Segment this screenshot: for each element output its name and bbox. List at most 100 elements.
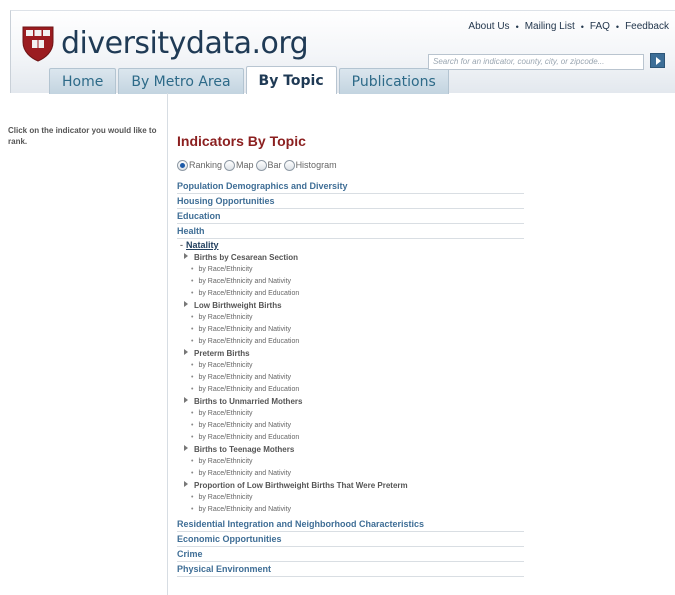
expand-arrow-icon	[184, 445, 188, 451]
breakdown-label: by Race/Ethnicity and Education	[198, 290, 300, 297]
breakdown-link[interactable]: • by Race/Ethnicity and Education	[177, 432, 524, 444]
breakdown-link[interactable]: • by Race/Ethnicity	[177, 264, 524, 276]
breakdown-link[interactable]: • by Race/Ethnicity and Education	[177, 288, 524, 300]
main-nav-tabs: Home By Metro Area By Topic Publications	[49, 66, 451, 94]
search-submit-button[interactable]	[650, 53, 665, 68]
topic-list: Population Demographics and Diversity Ho…	[177, 179, 524, 577]
logo-text: diversitydata.org	[61, 25, 309, 61]
breakdown-label: by Race/Ethnicity	[198, 266, 253, 273]
bullet-icon: •	[191, 338, 194, 345]
breakdown-link[interactable]: • by Race/Ethnicity	[177, 312, 524, 324]
radio-unselected-icon[interactable]	[224, 159, 236, 171]
breakdown-link[interactable]: • by Race/Ethnicity	[177, 408, 524, 420]
page-title: Indicators By Topic	[177, 133, 306, 149]
breakdown-link[interactable]: • by Race/Ethnicity and Nativity	[177, 324, 524, 336]
indicator-item[interactable]: Births by Cesarean Section	[177, 252, 524, 264]
topic-item[interactable]: Economic Opportunities	[177, 532, 524, 547]
breakdown-link[interactable]: • by Race/Ethnicity and Nativity	[177, 276, 524, 288]
breakdown-label: by Race/Ethnicity and Nativity	[198, 506, 292, 513]
topic-item[interactable]: Housing Opportunities	[177, 194, 524, 209]
bullet-icon: •	[191, 374, 194, 381]
collapse-icon[interactable]: -	[180, 240, 183, 250]
topic-item[interactable]: Population Demographics and Diversity	[177, 179, 524, 194]
tab-by-metro-area[interactable]: By Metro Area	[118, 68, 244, 94]
breakdown-label: by Race/Ethnicity	[198, 410, 253, 417]
breakdown-label: by Race/Ethnicity and Nativity	[198, 374, 292, 381]
bullet-icon: •	[191, 266, 194, 273]
radio-label: Histogram	[295, 160, 337, 170]
site-logo[interactable]: diversitydata.org	[21, 23, 309, 63]
breakdown-link[interactable]: • by Race/Ethnicity and Education	[177, 384, 524, 396]
utility-links: About Us • Mailing List • FAQ • Feedback	[468, 21, 669, 32]
expand-arrow-icon	[184, 397, 188, 403]
breakdown-link[interactable]: • by Race/Ethnicity and Nativity	[177, 504, 524, 516]
breakdown-link[interactable]: • by Race/Ethnicity and Nativity	[177, 420, 524, 432]
bullet-icon: •	[191, 386, 194, 393]
feedback-link[interactable]: Feedback	[625, 21, 669, 32]
breakdown-label: by Race/Ethnicity	[198, 314, 253, 321]
indicator-label: Preterm Births	[194, 349, 250, 358]
radio-label: Map	[236, 160, 254, 170]
bullet-icon: •	[191, 506, 194, 513]
separator-dot-icon: •	[615, 21, 620, 32]
breakdown-link[interactable]: • by Race/Ethnicity and Nativity	[177, 468, 524, 480]
bullet-icon: •	[191, 434, 194, 441]
radio-map[interactable]: Map	[224, 159, 254, 171]
topic-item[interactable]: Residential Integration and Neighborhood…	[177, 517, 524, 532]
subtopic-natality[interactable]: - Natality	[177, 239, 524, 252]
tab-publications[interactable]: Publications	[338, 68, 449, 94]
breakdown-label: by Race/Ethnicity and Education	[198, 386, 300, 393]
radio-label: Ranking	[189, 160, 223, 170]
radio-ranking[interactable]: Ranking	[177, 159, 223, 171]
bullet-icon: •	[191, 362, 194, 369]
indicator-label: Births by Cesarean Section	[194, 253, 299, 262]
indicator-item[interactable]: Low Birthweight Births	[177, 300, 524, 312]
breakdown-label: by Race/Ethnicity and Education	[198, 434, 300, 441]
site-header: diversitydata.org About Us • Mailing Lis…	[10, 10, 675, 94]
radio-histogram[interactable]: Histogram	[283, 159, 337, 171]
breakdown-label: by Race/Ethnicity	[198, 362, 253, 369]
separator-dot-icon: •	[580, 21, 584, 32]
breakdown-link[interactable]: • by Race/Ethnicity and Education	[177, 336, 524, 348]
view-mode-options: Ranking Map Bar Histogram	[177, 158, 527, 172]
radio-label: Bar	[267, 160, 282, 170]
tab-home[interactable]: Home	[49, 68, 117, 94]
subtopic-label[interactable]: Natality	[186, 240, 219, 250]
topic-item[interactable]: Crime	[177, 547, 524, 562]
topic-item[interactable]: Health	[177, 224, 524, 239]
search-input[interactable]: Search for an indicator, county, city, o…	[428, 54, 644, 70]
expand-arrow-icon	[184, 481, 188, 487]
breakdown-label: by Race/Ethnicity and Education	[198, 338, 300, 345]
breakdown-label: by Race/Ethnicity and Nativity	[198, 278, 292, 285]
bullet-icon: •	[191, 410, 194, 417]
breakdown-label: by Race/Ethnicity and Nativity	[198, 470, 292, 477]
breakdown-link[interactable]: • by Race/Ethnicity	[177, 456, 524, 468]
about-us-link[interactable]: About Us	[468, 21, 509, 32]
topic-list-continued: Residential Integration and Neighborhood…	[177, 517, 524, 577]
radio-unselected-icon[interactable]	[283, 159, 295, 171]
tab-by-topic[interactable]: By Topic	[245, 66, 337, 94]
bullet-icon: •	[191, 326, 194, 333]
indicator-item[interactable]: Births to Unmarried Mothers	[177, 396, 524, 408]
topic-item[interactable]: Physical Environment	[177, 562, 524, 577]
topic-item[interactable]: Education	[177, 209, 524, 224]
indicator-label: Low Birthweight Births	[194, 301, 282, 310]
indicator-item[interactable]: Proportion of Low Birthweight Births Tha…	[177, 480, 524, 492]
expand-arrow-icon	[184, 349, 188, 355]
expand-arrow-icon	[184, 301, 188, 307]
separator-dot-icon: •	[515, 21, 519, 32]
breakdown-label: by Race/Ethnicity and Nativity	[198, 326, 292, 333]
indicator-item[interactable]: Preterm Births	[177, 348, 524, 360]
mailing-list-link[interactable]: Mailing List	[525, 21, 575, 32]
indicator-label: Births to Unmarried Mothers	[194, 397, 303, 406]
faq-link[interactable]: FAQ	[590, 21, 610, 32]
indicator-item[interactable]: Births to Teenage Mothers	[177, 444, 524, 456]
breakdown-link[interactable]: • by Race/Ethnicity and Nativity	[177, 372, 524, 384]
radio-bar[interactable]: Bar	[255, 159, 282, 171]
indicator-label: Proportion of Low Birthweight Births Tha…	[194, 481, 408, 490]
bullet-icon: •	[191, 470, 194, 477]
breakdown-link[interactable]: • by Race/Ethnicity	[177, 360, 524, 372]
radio-selected-icon[interactable]	[177, 159, 188, 171]
breakdown-link[interactable]: • by Race/Ethnicity	[177, 492, 524, 504]
radio-unselected-icon[interactable]	[255, 159, 267, 171]
